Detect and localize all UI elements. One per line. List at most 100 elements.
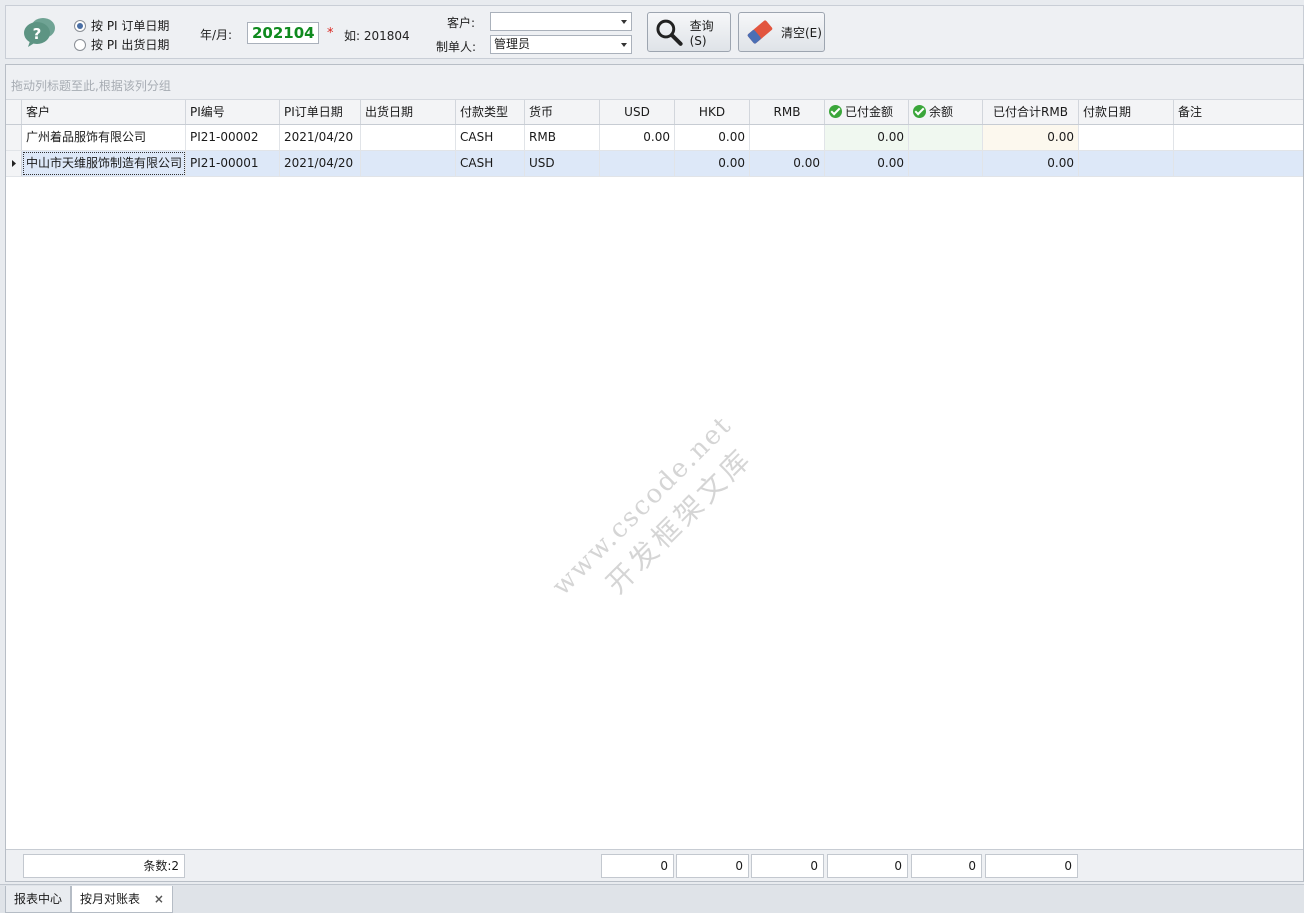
cell-payment-type[interactable]: CASH (456, 151, 525, 176)
row-pointer-icon (12, 160, 16, 167)
radio-ship-date-label: 按 PI 出货日期 (91, 38, 170, 52)
cell-customer[interactable]: 广州着品服饰有限公司 (22, 125, 186, 150)
cell-ship-date[interactable] (361, 125, 456, 150)
footer-rmb-sum: 0 (751, 854, 824, 878)
cell-usd[interactable]: 0.00 (600, 125, 675, 150)
query-button[interactable]: 查询(S) (647, 12, 731, 52)
tab-report-center[interactable]: 报表中心 (5, 886, 72, 913)
radio-ship-date[interactable]: 按 PI 出货日期 (74, 35, 169, 54)
cell-pi-number[interactable]: PI21-00001 (186, 151, 280, 176)
document-tabs: 报表中心 按月对账表 × (0, 884, 1304, 913)
cell-currency[interactable]: USD (525, 151, 600, 176)
creator-combo[interactable]: 管理员 (490, 35, 632, 54)
col-paid-amount-label: 已付金额 (845, 105, 894, 119)
cell-balance[interactable] (909, 151, 983, 176)
query-button-label: 查询(S) (689, 18, 714, 48)
footer-hkd-sum: 0 (676, 854, 749, 878)
col-balance[interactable]: 余额 (909, 100, 983, 124)
watermark: www.cscode.net 开发框架文库 (547, 410, 767, 630)
cell-paid-amount[interactable]: 0.00 (825, 151, 909, 176)
cell-paid-total-rmb[interactable]: 0.00 (983, 151, 1079, 176)
col-currency[interactable]: 货币 (525, 100, 600, 124)
cell-remark[interactable] (1174, 151, 1304, 176)
check-icon (829, 105, 842, 118)
year-month-input[interactable]: 202104 (247, 22, 319, 44)
cell-customer[interactable]: 中山市天维服饰制造有限公司 (22, 151, 186, 176)
row-indicator (6, 125, 22, 150)
cell-payment-type[interactable]: CASH (456, 125, 525, 150)
customer-combo[interactable] (490, 12, 632, 31)
tab-monthly-statement[interactable]: 按月对账表 × (71, 886, 173, 913)
col-remark[interactable]: 备注 (1174, 100, 1304, 124)
chevron-down-icon[interactable] (621, 43, 627, 47)
cell-rmb[interactable] (750, 125, 825, 150)
table-row[interactable]: 中山市天维服饰制造有限公司 PI21-00001 2021/04/20 CASH… (6, 151, 1303, 177)
svg-text:?: ? (33, 25, 42, 43)
cell-hkd[interactable]: 0.00 (675, 151, 750, 176)
customer-label: 客户: (447, 16, 476, 30)
footer-paid-rmb-sum: 0 (985, 854, 1078, 878)
eraser-icon (747, 20, 773, 44)
col-paid-total-rmb[interactable]: 已付合计RMB (983, 100, 1079, 124)
header-indicator (6, 100, 22, 124)
cell-hkd[interactable]: 0.00 (675, 125, 750, 150)
footer-paid-sum: 0 (827, 854, 908, 878)
date-mode-radio-group: 按 PI 订单日期 按 PI 出货日期 (74, 16, 169, 54)
tab-report-center-label: 报表中心 (14, 892, 63, 906)
row-indicator (6, 151, 22, 176)
footer-balance-sum: 0 (911, 854, 982, 878)
year-month-example: 如: 201804 (344, 29, 410, 43)
table-row[interactable]: 广州着品服饰有限公司 PI21-00002 2021/04/20 CASH RM… (6, 125, 1303, 151)
clear-button[interactable]: 清空(E) (738, 12, 825, 52)
chevron-down-icon[interactable] (621, 20, 627, 24)
col-usd[interactable]: USD (600, 100, 675, 124)
tab-monthly-statement-label: 按月对账表 (80, 892, 141, 906)
toolbar: ? 按 PI 订单日期 按 PI 出货日期 年/月: 202104 * 如: 2… (5, 5, 1304, 59)
col-payment-date[interactable]: 付款日期 (1079, 100, 1174, 124)
cell-balance[interactable] (909, 125, 983, 150)
footer-count: 条数:2 (23, 854, 185, 878)
cell-paid-total-rmb[interactable]: 0.00 (983, 125, 1079, 150)
col-rmb[interactable]: RMB (750, 100, 825, 124)
col-pi-number[interactable]: PI编号 (186, 100, 280, 124)
col-payment-type[interactable]: 付款类型 (456, 100, 525, 124)
col-pi-order-date[interactable]: PI订单日期 (280, 100, 361, 124)
col-balance-label: 余额 (929, 105, 954, 119)
group-by-hint: 拖动列标题至此,根据该列分组 (11, 79, 171, 93)
help-chat-icon: ? (24, 18, 55, 47)
radio-order-date-label: 按 PI 订单日期 (91, 19, 170, 33)
cell-payment-date[interactable] (1079, 125, 1174, 150)
col-paid-amount[interactable]: 已付金额 (825, 100, 909, 124)
close-icon[interactable]: × (154, 892, 164, 906)
footer-usd-sum: 0 (601, 854, 674, 878)
check-icon (913, 105, 926, 118)
watermark-url: www.cscode.net (546, 410, 739, 602)
clear-button-label: 清空(E) (781, 25, 822, 40)
col-customer[interactable]: 客户 (22, 100, 186, 124)
cell-pi-number[interactable]: PI21-00002 (186, 125, 280, 150)
group-by-panel[interactable]: 拖动列标题至此,根据该列分组 (6, 65, 1303, 100)
creator-value: 管理员 (494, 37, 531, 51)
cell-pi-order-date[interactable]: 2021/04/20 (280, 151, 361, 176)
grid-header: 客户 PI编号 PI订单日期 出货日期 付款类型 货币 USD HKD RMB … (6, 100, 1303, 125)
required-mark: * (327, 26, 334, 41)
cell-currency[interactable]: RMB (525, 125, 600, 150)
cell-remark[interactable] (1174, 125, 1304, 150)
grid-footer: 条数:2 0 0 0 0 0 0 (6, 849, 1303, 881)
year-month-label: 年/月: (200, 28, 233, 42)
col-ship-date[interactable]: 出货日期 (361, 100, 456, 124)
search-icon (656, 19, 683, 46)
watermark-text: 开发框架文库 (599, 441, 759, 601)
creator-label: 制单人: (436, 40, 477, 54)
cell-ship-date[interactable] (361, 151, 456, 176)
cell-paid-amount[interactable]: 0.00 (825, 125, 909, 150)
radio-order-date[interactable]: 按 PI 订单日期 (74, 16, 169, 35)
col-hkd[interactable]: HKD (675, 100, 750, 124)
report-grid: 拖动列标题至此,根据该列分组 客户 PI编号 PI订单日期 出货日期 付款类型 … (5, 64, 1304, 882)
cell-payment-date[interactable] (1079, 151, 1174, 176)
cell-pi-order-date[interactable]: 2021/04/20 (280, 125, 361, 150)
radio-checked-icon[interactable] (74, 19, 86, 32)
radio-unchecked-icon[interactable] (74, 38, 86, 51)
cell-rmb[interactable]: 0.00 (750, 151, 825, 176)
cell-usd[interactable] (600, 151, 675, 176)
